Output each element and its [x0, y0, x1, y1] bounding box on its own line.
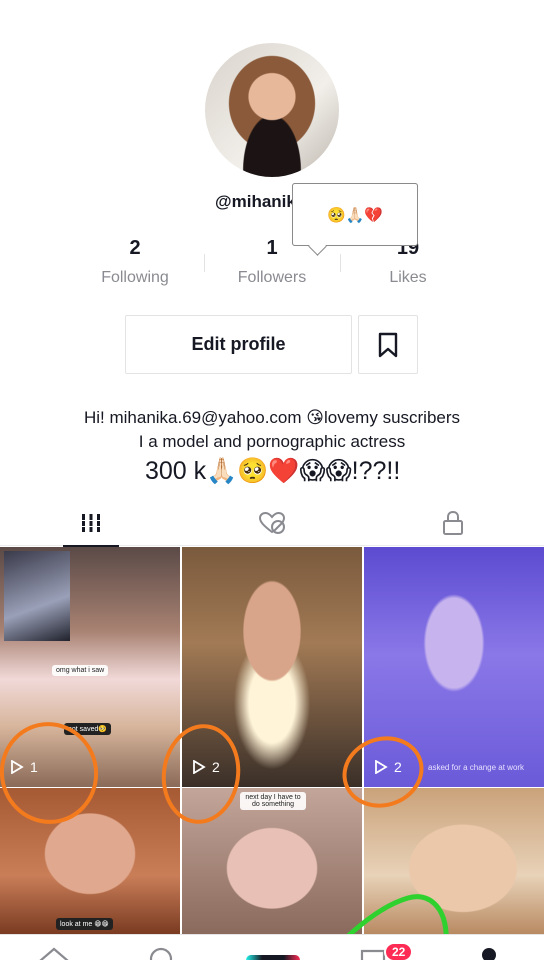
- edit-profile-button[interactable]: Edit profile: [125, 315, 352, 374]
- grid-icon: [81, 514, 100, 532]
- tab-private[interactable]: [362, 500, 543, 546]
- stat-following[interactable]: 2 Following: [67, 237, 203, 287]
- create-button[interactable]: [246, 955, 300, 960]
- bio-line-1: Hi! mihanika.69@yahoo.com 😘lovemy suscri…: [83, 408, 461, 427]
- favorites-button[interactable]: [358, 315, 418, 374]
- video-caption: omg what i saw: [52, 665, 109, 676]
- followers-label: Followers: [237, 269, 307, 286]
- tab-videos[interactable]: [0, 500, 181, 547]
- following-count: 2: [129, 237, 141, 259]
- liked-hidden-icon: [258, 511, 285, 534]
- profile-tabs: [0, 500, 544, 547]
- inbox-icon[interactable]: [360, 947, 386, 960]
- lock-icon: [442, 510, 463, 535]
- video-caption: next day I have to do something: [240, 792, 306, 810]
- video-caption: asked for a change at work: [428, 763, 525, 772]
- profile-avatar[interactable]: [205, 43, 339, 177]
- emoji-tooltip-overlay: 🥺🙏🏻💔: [292, 183, 418, 246]
- bottom-nav: [0, 934, 544, 960]
- bio-line-3: 300 k🙏🏻🥺❤️😱😱!??!!: [145, 457, 401, 485]
- profile-username: @mihanika.69: [215, 192, 329, 211]
- bio-line-2: I a model and pornographic actress: [138, 432, 406, 451]
- inbox-badge: 22: [384, 942, 414, 960]
- discover-icon[interactable]: [146, 941, 176, 960]
- tab-liked[interactable]: [181, 500, 362, 546]
- video-caption: look at me 😁😁: [56, 918, 113, 930]
- bookmark-icon: [378, 332, 398, 357]
- profile-icon[interactable]: [478, 945, 500, 960]
- likes-label: Likes: [389, 269, 427, 286]
- tooltip-text: 🥺🙏🏻💔: [326, 206, 384, 224]
- following-label: Following: [101, 269, 169, 286]
- inset-photo: [4, 551, 70, 641]
- profile-stats: 2 Following 1 Followers 19 Likes: [0, 237, 544, 297]
- home-icon[interactable]: [36, 941, 72, 960]
